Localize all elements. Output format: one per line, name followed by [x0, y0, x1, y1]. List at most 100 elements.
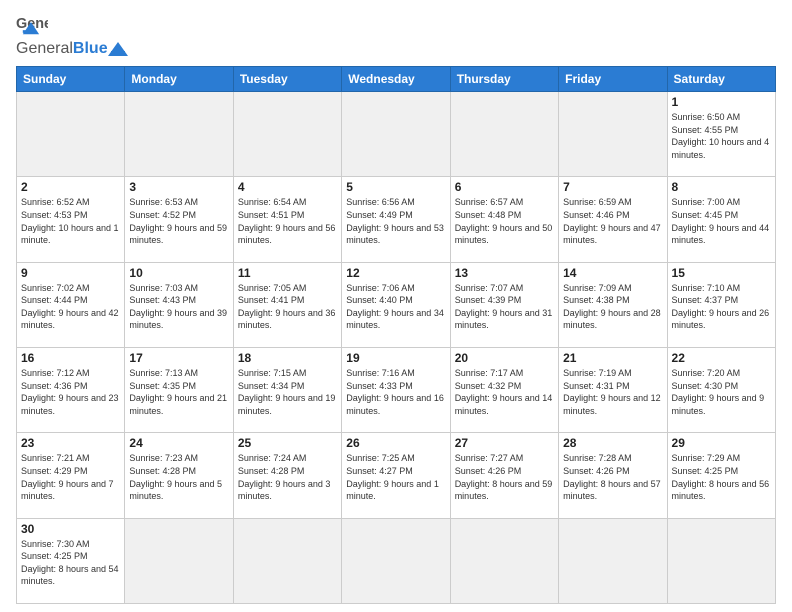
logo-icon: General: [16, 12, 48, 40]
calendar-cell: 10 Sunrise: 7:03 AM Sunset: 4:43 PM Dayli…: [125, 262, 233, 347]
day-number: 5: [346, 180, 445, 194]
day-info: Sunrise: 7:02 AM Sunset: 4:44 PM Dayligh…: [21, 282, 120, 332]
calendar-cell: 12Sunrise: 7:06 AM Sunset: 4:40 PM Dayli…: [342, 262, 450, 347]
day-number: 30: [21, 522, 120, 536]
day-info: Sunrise: 6:57 AM Sunset: 4:48 PM Dayligh…: [455, 196, 554, 246]
calendar-cell: 9 Sunrise: 7:02 AM Sunset: 4:44 PM Daylig…: [17, 262, 125, 347]
weekday-header-friday: Friday: [559, 67, 667, 92]
day-info: Sunrise: 7:15 AM Sunset: 4:34 PM Dayligh…: [238, 367, 337, 417]
day-number: 12: [346, 266, 445, 280]
day-number: 9: [21, 266, 120, 280]
header: General GeneralBlue: [16, 12, 776, 58]
day-number: 6: [455, 180, 554, 194]
day-number: 1: [672, 95, 771, 109]
day-info: Sunrise: 7:27 AM Sunset: 4:26 PM Dayligh…: [455, 452, 554, 502]
day-number: 11: [238, 266, 337, 280]
calendar-cell: [342, 92, 450, 177]
calendar-cell: 22 Sunrise: 7:20 AM Sunset: 4:30 PM Dayli…: [667, 347, 775, 432]
day-info: Sunrise: 7:23 AM Sunset: 4:28 PM Dayligh…: [129, 452, 228, 502]
calendar-cell: 5 Sunrise: 6:56 AM Sunset: 4:49 PM Daylig…: [342, 177, 450, 262]
calendar-cell: 14 Sunrise: 7:09 AM Sunset: 4:38 PM Dayli…: [559, 262, 667, 347]
calendar-cell: 2 Sunrise: 6:52 AM Sunset: 4:53 PM Daylig…: [17, 177, 125, 262]
day-number: 8: [672, 180, 771, 194]
day-info: Sunrise: 7:03 AM Sunset: 4:43 PM Dayligh…: [129, 282, 228, 332]
calendar-week-row: 1 Sunrise: 6:50 AM Sunset: 4:55 PM Daylig…: [17, 92, 776, 177]
day-number: 13: [455, 266, 554, 280]
calendar-cell: 20 Sunrise: 7:17 AM Sunset: 4:32 PM Dayli…: [450, 347, 558, 432]
page: General GeneralBlue SundayMondayTuesday: [0, 0, 792, 612]
day-info: Sunrise: 6:56 AM Sunset: 4:49 PM Dayligh…: [346, 196, 445, 246]
day-info: Sunrise: 7:09 AM Sunset: 4:38 PM Dayligh…: [563, 282, 662, 332]
calendar-cell: 29 Sunrise: 7:29 AM Sunset: 4:25 PM Dayli…: [667, 433, 775, 518]
day-number: 4: [238, 180, 337, 194]
calendar-cell: 16 Sunrise: 7:12 AM Sunset: 4:36 PM Dayli…: [17, 347, 125, 432]
weekday-header-wednesday: Wednesday: [342, 67, 450, 92]
weekday-header-tuesday: Tuesday: [233, 67, 341, 92]
day-info: Sunrise: 7:25 AM Sunset: 4:27 PM Dayligh…: [346, 452, 445, 502]
day-info: Sunrise: 7:13 AM Sunset: 4:35 PM Dayligh…: [129, 367, 228, 417]
calendar-cell: 1 Sunrise: 6:50 AM Sunset: 4:55 PM Daylig…: [667, 92, 775, 177]
day-info: Sunrise: 6:54 AM Sunset: 4:51 PM Dayligh…: [238, 196, 337, 246]
day-number: 22: [672, 351, 771, 365]
calendar-cell: 17Sunrise: 7:13 AM Sunset: 4:35 PM Dayli…: [125, 347, 233, 432]
day-number: 20: [455, 351, 554, 365]
day-info: Sunrise: 7:05 AM Sunset: 4:41 PM Dayligh…: [238, 282, 337, 332]
calendar-cell: 27 Sunrise: 7:27 AM Sunset: 4:26 PM Dayli…: [450, 433, 558, 518]
calendar-table: SundayMondayTuesdayWednesdayThursdayFrid…: [16, 66, 776, 604]
calendar-cell: [125, 518, 233, 603]
weekday-header-sunday: Sunday: [17, 67, 125, 92]
calendar-cell: 8 Sunrise: 7:00 AM Sunset: 4:45 PM Daylig…: [667, 177, 775, 262]
calendar-cell: 3 Sunrise: 6:53 AM Sunset: 4:52 PM Daylig…: [125, 177, 233, 262]
calendar-week-row: 2 Sunrise: 6:52 AM Sunset: 4:53 PM Daylig…: [17, 177, 776, 262]
calendar-cell: 6 Sunrise: 6:57 AM Sunset: 4:48 PM Daylig…: [450, 177, 558, 262]
day-info: Sunrise: 7:16 AM Sunset: 4:33 PM Dayligh…: [346, 367, 445, 417]
day-number: 29: [672, 436, 771, 450]
calendar-cell: 26 Sunrise: 7:25 AM Sunset: 4:27 PM Dayli…: [342, 433, 450, 518]
calendar-cell: [342, 518, 450, 603]
calendar-cell: 25Sunrise: 7:24 AM Sunset: 4:28 PM Dayli…: [233, 433, 341, 518]
day-info: Sunrise: 6:52 AM Sunset: 4:53 PM Dayligh…: [21, 196, 120, 246]
calendar-cell: [667, 518, 775, 603]
day-info: Sunrise: 7:29 AM Sunset: 4:25 PM Dayligh…: [672, 452, 771, 502]
day-info: Sunrise: 7:20 AM Sunset: 4:30 PM Dayligh…: [672, 367, 771, 417]
logo: General GeneralBlue: [16, 12, 158, 58]
day-number: 18: [238, 351, 337, 365]
calendar-cell: [233, 518, 341, 603]
day-info: Sunrise: 7:07 AM Sunset: 4:39 PM Dayligh…: [455, 282, 554, 332]
day-info: Sunrise: 7:28 AM Sunset: 4:26 PM Dayligh…: [563, 452, 662, 502]
day-info: Sunrise: 7:30 AM Sunset: 4:25 PM Dayligh…: [21, 538, 120, 588]
day-number: 10: [129, 266, 228, 280]
day-info: Sunrise: 7:00 AM Sunset: 4:45 PM Dayligh…: [672, 196, 771, 246]
calendar-cell: [559, 92, 667, 177]
calendar-cell: [450, 518, 558, 603]
calendar-cell: 18 Sunrise: 7:15 AM Sunset: 4:34 PM Dayli…: [233, 347, 341, 432]
calendar-week-row: 16 Sunrise: 7:12 AM Sunset: 4:36 PM Dayli…: [17, 347, 776, 432]
calendar-cell: 15Sunrise: 7:10 AM Sunset: 4:37 PM Dayli…: [667, 262, 775, 347]
day-info: Sunrise: 7:21 AM Sunset: 4:29 PM Dayligh…: [21, 452, 120, 502]
day-number: 3: [129, 180, 228, 194]
day-number: 27: [455, 436, 554, 450]
day-info: Sunrise: 7:12 AM Sunset: 4:36 PM Dayligh…: [21, 367, 120, 417]
day-number: 2: [21, 180, 120, 194]
day-number: 26: [346, 436, 445, 450]
day-number: 16: [21, 351, 120, 365]
day-info: Sunrise: 6:59 AM Sunset: 4:46 PM Dayligh…: [563, 196, 662, 246]
day-info: Sunrise: 7:24 AM Sunset: 4:28 PM Dayligh…: [238, 452, 337, 502]
day-info: Sunrise: 7:17 AM Sunset: 4:32 PM Dayligh…: [455, 367, 554, 417]
day-number: 15: [672, 266, 771, 280]
weekday-header-monday: Monday: [125, 67, 233, 92]
day-info: Sunrise: 6:53 AM Sunset: 4:52 PM Dayligh…: [129, 196, 228, 246]
day-number: 7: [563, 180, 662, 194]
day-info: Sunrise: 6:50 AM Sunset: 4:55 PM Dayligh…: [672, 111, 771, 161]
calendar-cell: 13 Sunrise: 7:07 AM Sunset: 4:39 PM Dayli…: [450, 262, 558, 347]
calendar-cell: [125, 92, 233, 177]
calendar-cell: 23Sunrise: 7:21 AM Sunset: 4:29 PM Dayli…: [17, 433, 125, 518]
calendar-cell: [559, 518, 667, 603]
day-number: 28: [563, 436, 662, 450]
calendar-header-row: SundayMondayTuesdayWednesdayThursdayFrid…: [17, 67, 776, 92]
calendar-week-row: 23Sunrise: 7:21 AM Sunset: 4:29 PM Dayli…: [17, 433, 776, 518]
day-info: Sunrise: 7:19 AM Sunset: 4:31 PM Dayligh…: [563, 367, 662, 417]
calendar-cell: 11 Sunrise: 7:05 AM Sunset: 4:41 PM Dayli…: [233, 262, 341, 347]
weekday-header-thursday: Thursday: [450, 67, 558, 92]
day-number: 14: [563, 266, 662, 280]
